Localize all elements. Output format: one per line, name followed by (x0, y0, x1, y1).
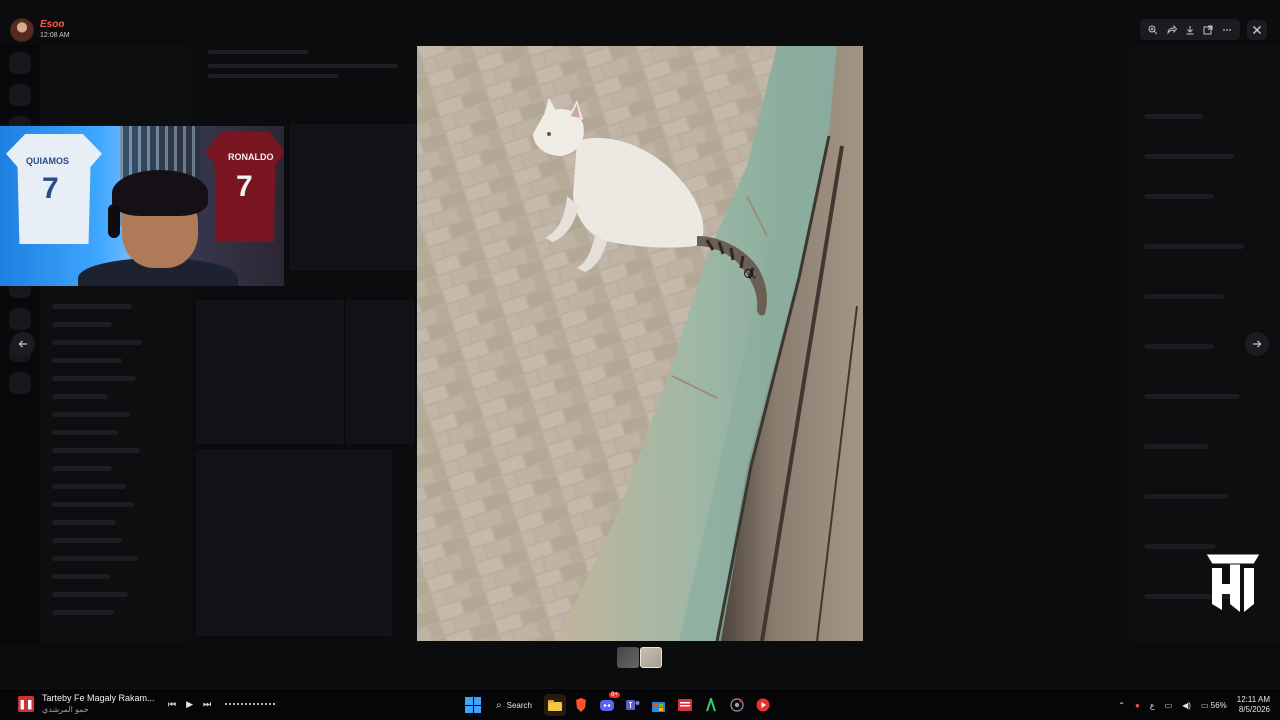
arrow-right-icon[interactable] (1245, 332, 1269, 356)
taskbar: ❚❚ Tarteby Fe Magaly Rakam... حمو المرشد… (0, 688, 1280, 720)
discord-icon[interactable]: 9+ (596, 692, 620, 716)
taskbar-apps: ⌕ Search 9+ (462, 692, 774, 717)
media-info: Tarteby Fe Magaly Rakam... حمو المرشدي (42, 693, 155, 715)
timestamp: 12:08 AM (40, 32, 70, 39)
video-editor-icon[interactable] (674, 694, 696, 716)
close-icon[interactable] (1247, 20, 1267, 40)
forward-icon[interactable] (1164, 22, 1180, 38)
viewer-toolbar (1140, 19, 1240, 40)
jersey-left-name: QUIAMOS (26, 156, 70, 166)
media-controls: ⏮ ▶ ⏭ (168, 699, 211, 710)
media-artist: حمو المرشدي (42, 705, 89, 714)
media-title: Tarteby Fe Magaly Rakam... (42, 693, 155, 703)
windows-start-icon[interactable] (462, 694, 484, 716)
streamer-hair (112, 170, 208, 216)
battery-indicator[interactable]: ▭ 56% (1201, 701, 1227, 710)
battery-level: 56% (1210, 700, 1227, 710)
language-indicator[interactable]: ع (1150, 701, 1155, 710)
store-icon[interactable] (648, 694, 670, 716)
music-app-icon[interactable] (752, 694, 774, 716)
next-track-icon[interactable]: ⏭ (203, 699, 211, 710)
thumbnail-1[interactable] (617, 647, 639, 668)
background-image-tile (196, 300, 344, 444)
media-progress[interactable] (225, 703, 278, 705)
headset (108, 204, 120, 238)
uploader-meta: Esoo 12:08 AM (40, 19, 70, 41)
avatar[interactable] (10, 18, 34, 42)
play-icon[interactable]: ▶ (186, 699, 193, 710)
download-icon[interactable] (1182, 22, 1198, 38)
chrome-icon[interactable] (726, 694, 748, 716)
chevron-up-icon[interactable]: ⌃ (1118, 701, 1125, 710)
clock[interactable]: 12:11 AM 8/5/2026 (1237, 695, 1270, 715)
thumbnail-2-selected[interactable] (640, 647, 662, 668)
jersey-right-name: RONALDO (228, 152, 274, 162)
search-label: Search (506, 700, 532, 710)
media-widget[interactable]: ❚❚ Tarteby Fe Magaly Rakam... حمو المرشد… (18, 693, 278, 715)
background-image-tile (196, 450, 392, 636)
brave-icon[interactable] (570, 694, 592, 716)
battery-icon: ▭ (1200, 700, 1211, 710)
cat-photo (417, 46, 863, 641)
open-external-icon[interactable] (1200, 22, 1216, 38)
screen: Esoo 12:08 AM QUIAMOS 7 RONALDO 7 ❚❚ Tar… (0, 0, 1280, 720)
system-tray: ⌃ ● ع ▭ ◀) ▭ 56% 12:11 AM 8/5/2026 (1118, 693, 1270, 717)
search-icon: ⌕ (496, 699, 502, 711)
clock-time: 12:11 AM (1236, 695, 1270, 704)
zoom-in-icon[interactable] (1145, 22, 1161, 38)
teams-icon[interactable] (622, 694, 644, 716)
clock-date: 8/5/2026 (1238, 705, 1270, 714)
volume-icon[interactable]: ◀) (1182, 701, 1191, 710)
thumbnail-strip (617, 647, 662, 668)
uploader-info[interactable]: Esoo 12:08 AM (10, 18, 70, 42)
image-preview[interactable] (417, 46, 863, 641)
more-icon[interactable] (1219, 22, 1235, 38)
mouse-cursor-zoom (744, 269, 753, 278)
pause-icon[interactable]: ❚❚ (18, 696, 34, 712)
background-image-tile (290, 124, 416, 270)
username[interactable]: Esoo (40, 19, 70, 30)
network-icon[interactable]: ▭ (1165, 701, 1173, 710)
search-button[interactable]: ⌕ Search (488, 694, 540, 716)
jersey-right-number: 7 (236, 170, 253, 203)
background-image-tile (346, 300, 414, 444)
arrow-left-icon[interactable] (11, 332, 35, 356)
webcam-overlay: QUIAMOS 7 RONALDO 7 (0, 126, 284, 286)
streamer-logo (1205, 553, 1261, 612)
previous-track-icon[interactable]: ⏮ (168, 699, 176, 710)
file-explorer-icon[interactable] (543, 694, 566, 716)
microphone-icon[interactable]: ● (1135, 701, 1140, 710)
app-green-icon[interactable] (700, 694, 722, 716)
jersey-left-number: 7 (42, 172, 59, 205)
